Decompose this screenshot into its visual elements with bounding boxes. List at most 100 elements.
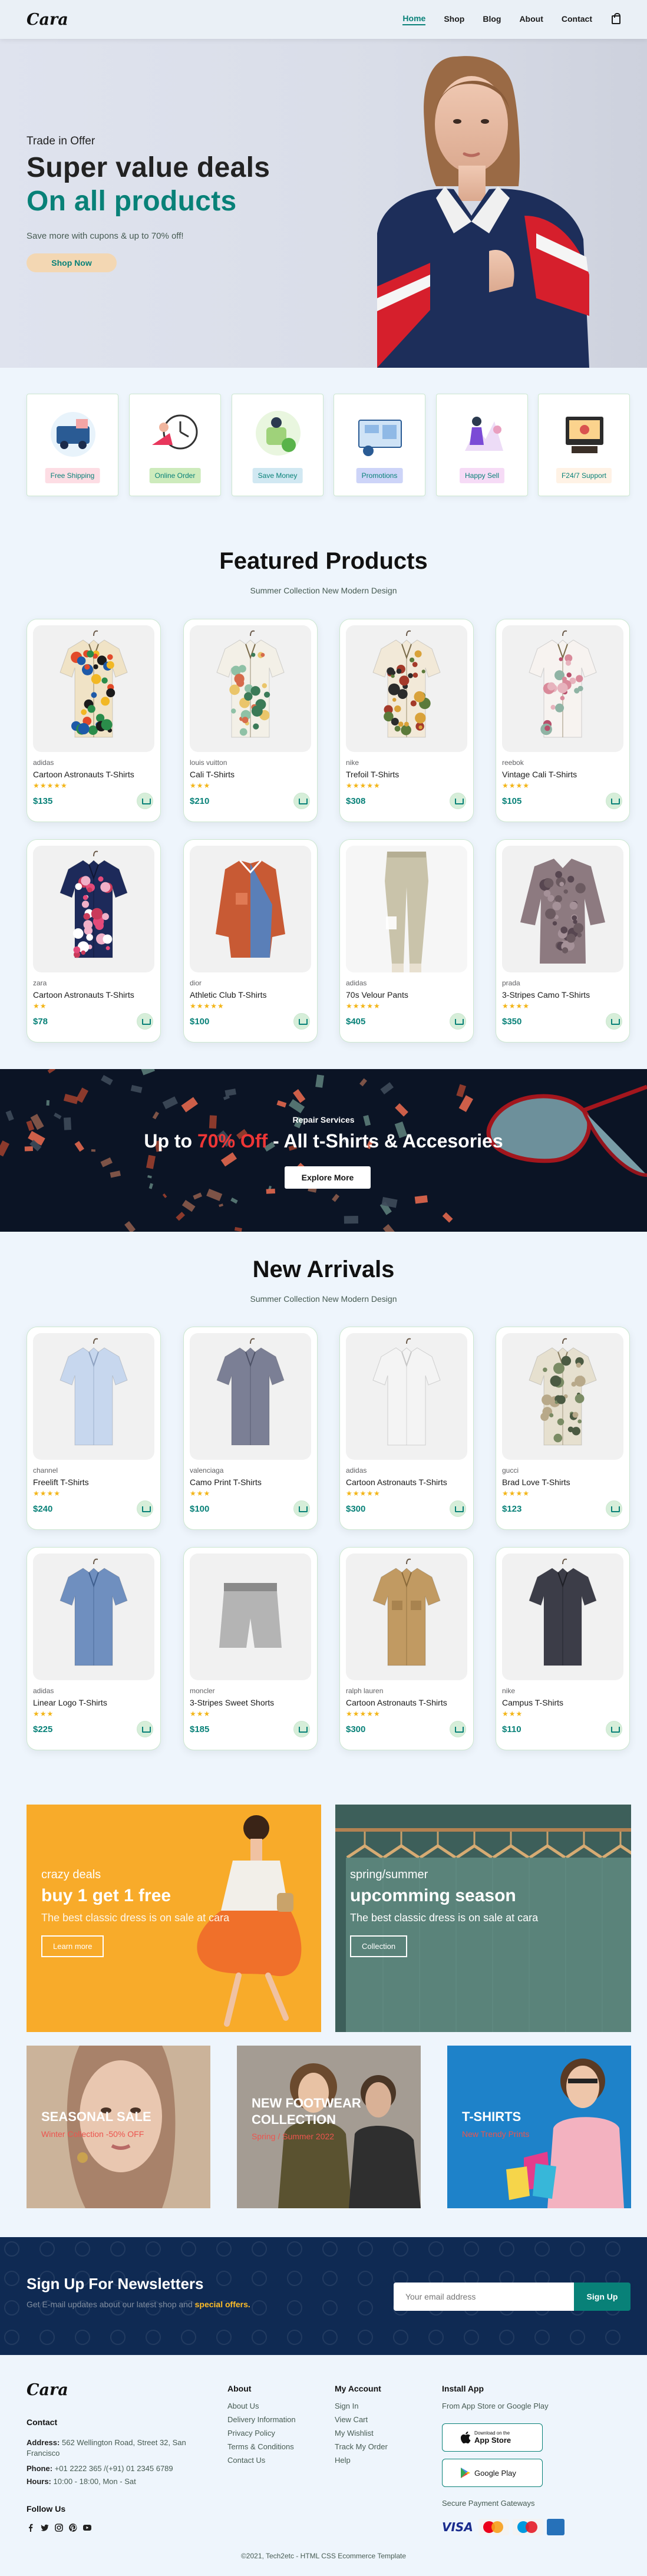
site-logo[interactable]: Cara [27, 11, 68, 29]
footer-link[interactable]: Sign In [335, 2399, 358, 2413]
product-name[interactable]: Camo Print T-Shirts [190, 1477, 262, 1487]
add-to-cart-icon[interactable] [137, 1500, 153, 1517]
product-card[interactable]: adidas Cartoon Astronauts T-Shirts ★★★★★ $3… [339, 1327, 474, 1530]
footer-link[interactable]: Privacy Policy [227, 2426, 275, 2440]
product-card[interactable]: moncler 3-Stripes Sweet Shorts ★★★ $185 [183, 1547, 318, 1750]
product-name[interactable]: Cartoon Astronauts T-Shirts [33, 770, 134, 779]
product-card[interactable]: gucci Brad Love T-Shirts ★★★★ $123 [496, 1327, 630, 1530]
product-card[interactable]: valenciaga Camo Print T-Shirts ★★★ $100 [183, 1327, 318, 1530]
product-name[interactable]: Athletic Club T-Shirts [190, 990, 266, 1000]
add-to-cart-icon[interactable] [137, 793, 153, 809]
product-card[interactable]: adidas Cartoon Astronauts T-Shirts ★★★★★ $1… [27, 619, 161, 822]
nav-home[interactable]: Home [402, 14, 426, 25]
product-name[interactable]: Brad Love T-Shirts [502, 1477, 570, 1487]
collection-button[interactable]: Collection [350, 1935, 408, 1957]
footer-link[interactable]: Delivery Information [227, 2413, 296, 2426]
feature-card-save-money[interactable]: Save Money [232, 394, 324, 496]
product-name[interactable]: Cartoon Astronauts T-Shirts [346, 1477, 447, 1487]
shop-now-button[interactable]: Shop Now [27, 253, 117, 272]
product-name[interactable]: Linear Logo T-Shirts [33, 1698, 107, 1707]
product-name[interactable]: Cali T-Shirts [190, 770, 235, 779]
footer-link[interactable]: View Cart [335, 2413, 368, 2426]
product-card[interactable]: channel Freelift T-Shirts ★★★★ $240 [27, 1327, 161, 1530]
footer-link[interactable]: Track My Order [335, 2440, 388, 2453]
add-to-cart-icon[interactable] [293, 1721, 310, 1737]
product-name[interactable]: Vintage Cali T-Shirts [502, 770, 577, 779]
feature-card-promotions[interactable]: Promotions [334, 394, 425, 496]
footer-link[interactable]: About Us [227, 2399, 259, 2413]
add-to-cart-icon[interactable] [293, 1500, 310, 1517]
footer-link[interactable]: Help [335, 2453, 351, 2467]
product-image[interactable] [33, 1553, 154, 1680]
feature-card-f24-7-support[interactable]: F24/7 Support [538, 394, 630, 496]
facebook-icon[interactable] [27, 2524, 35, 2532]
explore-more-button[interactable]: Explore More [285, 1166, 371, 1189]
product-image[interactable] [502, 625, 623, 752]
product-card[interactable]: zara Cartoon Astronauts T-Shirts ★★ $78 [27, 839, 161, 1043]
add-to-cart-icon[interactable] [606, 793, 622, 809]
product-card[interactable]: ralph lauren Cartoon Astronauts T-Shirts ★… [339, 1547, 474, 1750]
instagram-icon[interactable] [55, 2524, 63, 2532]
product-name[interactable]: Freelift T-Shirts [33, 1477, 89, 1487]
add-to-cart-icon[interactable] [450, 1721, 466, 1737]
product-name[interactable]: 3-Stripes Camo T-Shirts [502, 990, 590, 1000]
product-image[interactable] [190, 846, 311, 972]
add-to-cart-icon[interactable] [293, 1013, 310, 1030]
add-to-cart-icon[interactable] [137, 1013, 153, 1030]
footer-link[interactable]: My Wishlist [335, 2426, 374, 2440]
footer-link[interactable]: Terms & Conditions [227, 2440, 294, 2453]
product-card[interactable]: nike Trefoil T-Shirts ★★★★★ $308 [339, 619, 474, 822]
product-image[interactable] [502, 846, 623, 972]
footer-logo[interactable]: Cara [27, 2381, 68, 2399]
product-image[interactable] [502, 1333, 623, 1460]
footer-link[interactable]: Contact Us [227, 2453, 265, 2467]
feature-card-online-order[interactable]: Online Order [129, 394, 221, 496]
product-image[interactable] [346, 625, 467, 752]
add-to-cart-icon[interactable] [606, 1013, 622, 1030]
nav-about[interactable]: About [519, 14, 543, 25]
product-card[interactable]: prada 3-Stripes Camo T-Shirts ★★★★ $350 [496, 839, 630, 1043]
product-name[interactable]: Cartoon Astronauts T-Shirts [346, 1698, 447, 1707]
product-image[interactable] [502, 1553, 623, 1680]
product-image[interactable] [190, 1333, 311, 1460]
product-card[interactable]: reebok Vintage Cali T-Shirts ★★★★ $105 [496, 619, 630, 822]
product-image[interactable] [346, 1553, 467, 1680]
product-image[interactable] [346, 846, 467, 972]
pinterest-icon[interactable] [69, 2524, 77, 2532]
sign-up-button[interactable]: Sign Up [574, 2283, 631, 2311]
add-to-cart-icon[interactable] [606, 1500, 622, 1517]
feature-card-happy-sell[interactable]: Happy Sell [436, 394, 528, 496]
app-store-badge[interactable]: Download on the App Store [442, 2423, 543, 2452]
add-to-cart-icon[interactable] [137, 1721, 153, 1737]
product-card[interactable]: nike Campus T-Shirts ★★★ $110 [496, 1547, 630, 1750]
add-to-cart-icon[interactable] [450, 793, 466, 809]
product-image[interactable] [190, 625, 311, 752]
product-image[interactable] [33, 1333, 154, 1460]
product-card[interactable]: louis vuitton Cali T-Shirts ★★★ $210 [183, 619, 318, 822]
nav-contact[interactable]: Contact [562, 14, 592, 25]
product-card[interactable]: adidas Linear Logo T-Shirts ★★★ $225 [27, 1547, 161, 1750]
nav-blog[interactable]: Blog [483, 14, 501, 25]
google-play-badge[interactable]: Google Play [442, 2459, 543, 2487]
product-name[interactable]: Trefoil T-Shirts [346, 770, 399, 779]
add-to-cart-icon[interactable] [450, 1500, 466, 1517]
newsletter-email-input[interactable] [394, 2283, 574, 2311]
product-card[interactable]: dior Athletic Club T-Shirts ★★★★★ $100 [183, 839, 318, 1043]
add-to-cart-icon[interactable] [606, 1721, 622, 1737]
product-image[interactable] [33, 625, 154, 752]
learn-more-button[interactable]: Learn more [41, 1935, 104, 1957]
add-to-cart-icon[interactable] [293, 793, 310, 809]
product-name[interactable]: Campus T-Shirts [502, 1698, 563, 1707]
product-card[interactable]: adidas 70s Velour Pants ★★★★★ $405 [339, 839, 474, 1043]
product-name[interactable]: 3-Stripes Sweet Shorts [190, 1698, 274, 1707]
youtube-icon[interactable] [83, 2524, 91, 2532]
product-name[interactable]: 70s Velour Pants [346, 990, 408, 1000]
add-to-cart-icon[interactable] [450, 1013, 466, 1030]
product-image[interactable] [346, 1333, 467, 1460]
product-name[interactable]: Cartoon Astronauts T-Shirts [33, 990, 134, 1000]
twitter-icon[interactable] [41, 2524, 49, 2532]
shopping-bag-icon[interactable] [612, 12, 620, 24]
feature-card-free-shipping[interactable]: Free Shipping [27, 394, 118, 496]
nav-shop[interactable]: Shop [444, 14, 464, 25]
product-image[interactable] [190, 1553, 311, 1680]
